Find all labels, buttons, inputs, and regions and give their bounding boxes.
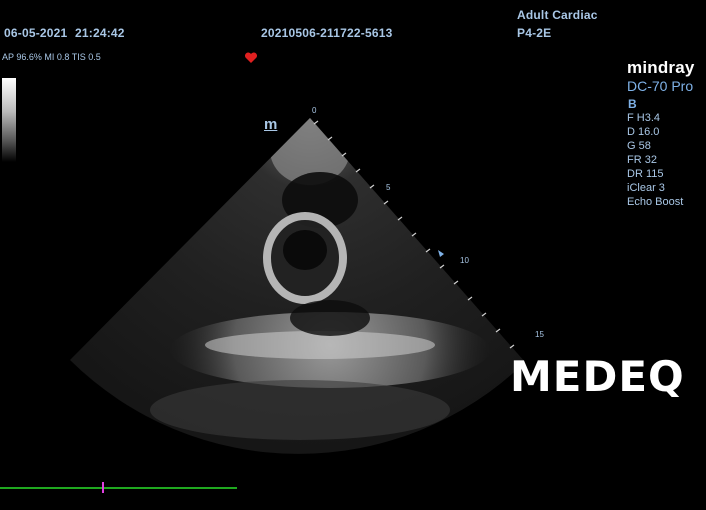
- dark-structure: [290, 300, 370, 336]
- depth-label-10: 10: [460, 256, 469, 265]
- focus-marker[interactable]: [438, 250, 444, 257]
- depth-label-15: 15: [535, 330, 544, 339]
- depth-label-0: 0: [312, 106, 317, 115]
- cine-position-marker[interactable]: [102, 482, 104, 493]
- ultrasound-sector: [70, 118, 525, 454]
- m-mode-icon[interactable]: m: [264, 116, 277, 133]
- depth-label-5: 5: [386, 183, 391, 192]
- lv-lumen: [283, 230, 327, 270]
- watermark: MEDEQ: [510, 352, 685, 401]
- deep-field: [150, 380, 450, 440]
- cine-timeline[interactable]: [0, 487, 237, 489]
